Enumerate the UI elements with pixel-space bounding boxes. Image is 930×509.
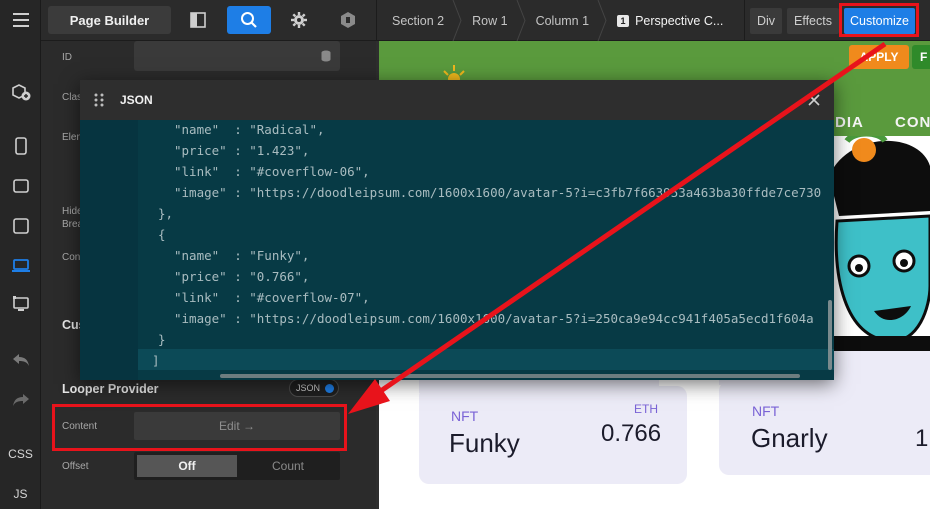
code-line: "image" : "https://doodleipsum.com/1600x… <box>174 311 814 326</box>
code-line: "price" : "1.423", <box>174 143 310 158</box>
drag-handle-icon[interactable] <box>94 93 104 107</box>
top-toolbar: Page Builder Section 2 Row 1 Column 1 1 … <box>41 0 930 41</box>
search-icon[interactable] <box>227 6 271 34</box>
code-line: "image" : "https://doodleipsum.com/1600x… <box>174 185 822 200</box>
toolbar-divider <box>376 0 377 41</box>
toolbar-divider-right <box>744 0 745 41</box>
content-highlight-box <box>52 404 347 451</box>
tablet-landscape-icon[interactable] <box>0 170 41 202</box>
json-toggle-label: JSON <box>296 383 321 393</box>
breadcrumb-column[interactable]: Column 1 <box>522 0 607 41</box>
div-button[interactable]: Div <box>750 8 782 34</box>
breadcrumb-current[interactable]: 1 Perspective C... <box>603 0 737 41</box>
modal-title: JSON <box>120 93 153 107</box>
code-line: "name" : "Radical", <box>174 122 325 137</box>
card-kind-label: NFT <box>451 408 479 424</box>
redo-icon[interactable] <box>0 384 41 416</box>
breadcrumb-current-label: Perspective C... <box>635 13 724 28</box>
card-price: 1. <box>915 425 930 452</box>
nft-card-funky[interactable]: NFT ETH Funky 0.766 <box>419 386 687 484</box>
secondary-header-button[interactable]: F <box>912 45 930 69</box>
json-code-area[interactable]: 33"name" : "Radical",34"price" : "1.423"… <box>138 120 834 380</box>
customize-highlight-box <box>839 3 919 37</box>
nav-item-contact[interactable]: CON <box>895 114 930 131</box>
breadcrumb-section-label: Section 2 <box>392 13 445 28</box>
horizontal-scrollbar[interactable] <box>220 374 800 378</box>
breadcrumb-column-label: Column 1 <box>535 13 590 28</box>
nft-card-gnarly[interactable]: NFT Gnarly 1. <box>719 381 930 475</box>
add-element-icon[interactable] <box>0 76 41 108</box>
page-builder-app: CSS JS Page Builder Section 2 Row 1 Colu… <box>0 0 930 509</box>
left-icon-rail: CSS JS <box>0 0 41 509</box>
css-button[interactable]: CSS <box>0 438 41 470</box>
offset-off-option[interactable]: Off <box>137 455 237 477</box>
breadcrumb: Section 2 Row 1 Column 1 1 Perspective C… <box>378 0 737 41</box>
json-toggle[interactable]: JSON <box>289 379 339 397</box>
offset-segmented-control: Off Count <box>134 452 340 480</box>
theme-badge-icon[interactable] <box>333 6 363 34</box>
vertical-scrollbar[interactable] <box>828 300 832 370</box>
breadcrumb-row[interactable]: Row 1 <box>458 0 526 41</box>
id-label: ID <box>62 52 72 63</box>
close-icon[interactable] <box>808 94 820 106</box>
layout-panel-icon[interactable] <box>183 6 213 34</box>
gear-icon[interactable] <box>284 6 314 34</box>
phone-device-icon[interactable] <box>0 130 41 162</box>
modal-header: JSON <box>80 80 834 120</box>
card-currency-label: ETH <box>634 402 658 416</box>
code-line: } <box>158 332 166 347</box>
card-kind-label: NFT <box>752 403 780 419</box>
toggle-dot <box>325 384 334 393</box>
code-line: }, <box>158 206 174 221</box>
laptop-device-icon[interactable] <box>0 250 41 282</box>
code-line: ] <box>152 353 160 368</box>
apply-button[interactable]: APPLY <box>849 45 909 69</box>
tablet-device-icon[interactable] <box>0 210 41 242</box>
code-line: "price" : "0.766", <box>174 269 310 284</box>
breadcrumb-current-number: 1 <box>617 14 630 27</box>
database-icon <box>321 50 331 62</box>
hamburger-menu-icon[interactable] <box>0 4 41 36</box>
avatar-illustration <box>819 136 930 351</box>
offset-label: Offset <box>62 461 89 472</box>
breadcrumb-section[interactable]: Section 2 <box>378 0 462 41</box>
js-button[interactable]: JS <box>0 478 41 509</box>
card-name: Funky <box>449 428 520 458</box>
offset-count-option[interactable]: Count <box>239 455 337 477</box>
card-name: Gnarly <box>751 423 828 453</box>
code-line: "name" : "Funky", <box>174 248 310 263</box>
id-input[interactable] <box>134 41 340 71</box>
class-label: Clas <box>62 92 83 103</box>
line-number-gutter <box>80 120 138 380</box>
page-builder-button[interactable]: Page Builder <box>48 6 171 34</box>
code-line: { <box>158 227 166 242</box>
code-line: "link" : "#coverflow-06", <box>174 164 370 179</box>
con-label: Con <box>62 252 81 263</box>
breadcrumb-row-label: Row 1 <box>472 13 508 28</box>
desktop-device-icon[interactable] <box>0 288 41 320</box>
undo-icon[interactable] <box>0 344 41 376</box>
looper-provider-title: Looper Provider <box>62 382 159 396</box>
json-editor-modal: JSON 33"name" : "Radical",34"price" : "1… <box>80 80 834 380</box>
code-line: "link" : "#coverflow-07", <box>174 290 370 305</box>
card-price: 0.766 <box>601 420 662 447</box>
effects-button[interactable]: Effects <box>787 8 839 34</box>
